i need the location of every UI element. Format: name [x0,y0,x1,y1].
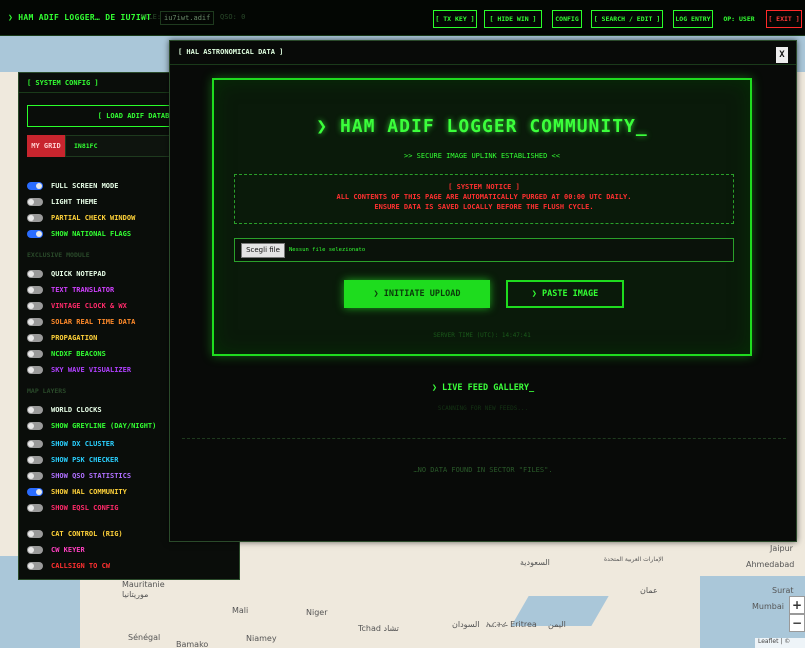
map-label: Niamey [246,634,277,643]
uplink-status: >> SECURE IMAGE UPLINK ESTABLISHED << [404,152,560,160]
toggle-switch[interactable] [27,422,43,430]
option-label: CW KEYER [51,546,85,554]
toggle-switch[interactable] [27,530,43,538]
section-label: EXCLUSIVE MODULE [27,251,90,259]
exit-button[interactable]: [ EXIT ] [766,10,802,28]
toggle-switch[interactable] [27,318,43,326]
option-label: FULL SCREEN MODE [51,182,119,190]
toggle-switch[interactable] [27,562,43,570]
map-attribution[interactable]: Leaflet | © [755,638,805,648]
toggle-switch[interactable] [27,214,43,222]
search-edit-button[interactable]: [ SEARCH / EDIT ] [591,10,663,28]
toggle-switch[interactable] [27,504,43,512]
modal-title: [ HAL ASTRONOMICAL DATA ] [170,41,796,65]
map-label: ኤርትራ Eritrea [486,620,537,629]
notice-line: ALL CONTENTS OF THIS PAGE ARE AUTOMATICA… [336,193,632,201]
map-label: Tchad تشاد [358,624,399,633]
app-title: ❯ HAM ADIF LOGGER… DE IU7IWT [8,13,152,22]
initiate-upload-button[interactable]: ❯ INITIATE UPLOAD [344,280,490,308]
map-label: الإمارات العربية المتحدة [604,556,664,563]
option-label: SHOW EQSL CONFIG [51,504,119,512]
selected-file-name: Nessun file selezionato [289,247,366,253]
map-label: Mali [232,606,249,615]
toggle-switch[interactable] [27,334,43,342]
map-label: Niger [306,608,328,617]
toggle-switch[interactable] [27,198,43,206]
option-label: SHOW GREYLINE (DAY/NIGHT) [51,422,157,430]
map-label: موريتانيا [122,590,149,599]
qso-count: QSO: 0 [220,13,246,21]
toggle-switch[interactable] [27,472,43,480]
map-label: السودان [452,620,480,629]
upload-terminal: ❯ HAM ADIF LOGGER COMMUNITY_ >> SECURE I… [212,78,752,356]
hal-community-modal: [ HAL ASTRONOMICAL DATA ] X ❯ HAM ADIF L… [169,40,797,542]
toggle-switch[interactable] [27,366,43,374]
notice-title: [ SYSTEM NOTICE ] [448,183,520,191]
toggle-switch[interactable] [27,286,43,294]
zoom-out-button[interactable]: − [789,614,805,632]
log-entry-button[interactable]: LOG ENTRY [673,10,713,28]
map-label: Bamako [176,640,209,648]
toggle-switch[interactable] [27,440,43,448]
map-label: اليمن [548,620,566,629]
toggle-switch[interactable] [27,546,43,554]
option-label: PROPAGATION [51,334,98,342]
paste-image-button[interactable]: ❯ PASTE IMAGE [506,280,624,308]
option-label: SKY WAVE VISUALIZER [51,366,132,374]
map-label: Mauritanie [122,580,165,589]
community-heading: ❯ HAM ADIF LOGGER COMMUNITY_ [316,116,648,137]
toggle-switch[interactable] [27,488,43,496]
config-button[interactable]: CONFIG [552,10,582,28]
option-label: QUICK NOTEPAD [51,270,106,278]
option-label: LIGHT THEME [51,198,98,206]
zoom-in-button[interactable]: + [789,596,805,614]
option-label: PARTIAL CHECK WINDOW [51,214,136,222]
top-bar: ❯ HAM ADIF LOGGER… DE IU7IWT iu7iwt.adif… [0,0,805,36]
gallery-status: SCANNING FOR NEW FEEDS... [437,405,529,412]
map-label: Ahmedabad [746,560,795,569]
option-label: CALLSIGN TO CW [51,562,111,570]
my-grid-label: MY GRID [27,135,65,157]
toggle-switch[interactable] [27,406,43,414]
option-label: SHOW NATIONAL FLAGS [51,230,132,238]
option-label: VINTAGE CLOCK & WX [51,302,127,310]
gallery-title: ❯ LIVE FEED GALLERY_ [431,383,535,393]
tx-key-button[interactable]: [ TX KEY ] [433,10,477,28]
file-label: FILE: [140,13,162,21]
option-label: SHOW HAL COMMUNITY [51,488,127,496]
divider [182,438,786,439]
system-notice: [ SYSTEM NOTICE ] ALL CONTENTS OF THIS P… [234,174,734,224]
load-adif-database-button[interactable]: [ LOAD ADIF DATABASE [27,105,187,127]
map-label: Mumbai [752,602,784,611]
map-label: عمان [640,586,658,595]
option-label: TEXT TRANSLATOR [51,286,115,294]
map-label: Surat [772,586,794,595]
close-button[interactable]: X [776,47,788,63]
toggle-switch[interactable] [27,182,43,190]
option-label: SOLAR REAL TIME DATA [51,318,136,326]
map-label: Sénégal [128,633,161,642]
toggle-switch[interactable] [27,302,43,310]
section-label: MAP LAYERS [27,387,67,395]
option-label: SHOW DX CLUSTER [51,440,115,448]
current-file-field[interactable]: iu7iwt.adif [160,11,214,25]
toggle-switch[interactable] [27,456,43,464]
option-label: SHOW PSK CHECKER [51,456,119,464]
toggle-switch[interactable] [27,350,43,358]
toggle-switch[interactable] [27,270,43,278]
no-data-message: …NO DATA FOUND IN SECTOR "FILES". [413,466,553,474]
operator-label: OP: USER [718,10,760,28]
option-label: WORLD CLOCKS [51,406,102,414]
file-input[interactable]: Scegli file Nessun file selezionato [234,238,734,262]
map-label: السعودية [520,558,550,567]
option-label: NCDXF BEACONS [51,350,106,358]
map-label: Jaipur [770,544,793,553]
option-label: SHOW QSO STATISTICS [51,472,132,480]
notice-line: ENSURE DATA IS SAVED LOCALLY BEFORE THE … [374,203,594,211]
hide-win-button[interactable]: [ HIDE WIN ] [484,10,542,28]
server-time: SERVER TIME (UTC): 14:47:41 [433,332,531,339]
option-label: CAT CONTROL (RIG) [51,530,123,538]
choose-file-button[interactable]: Scegli file [241,243,285,258]
toggle-switch[interactable] [27,230,43,238]
